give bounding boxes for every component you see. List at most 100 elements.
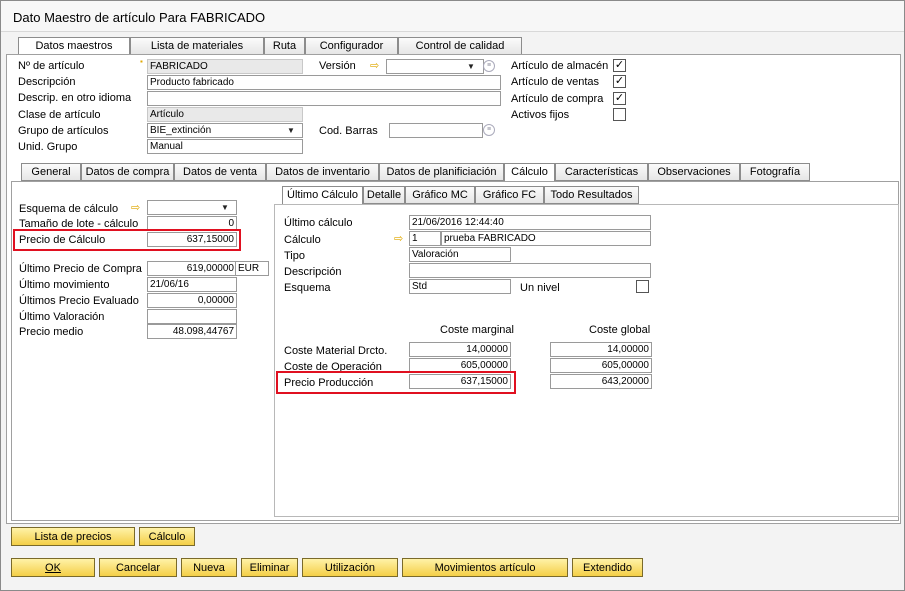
- cancel-button[interactable]: Cancelar: [99, 558, 177, 577]
- desc-field[interactable]: [409, 263, 651, 278]
- one-level-checkbox[interactable]: [636, 280, 649, 293]
- foreign-desc-field[interactable]: [147, 91, 501, 106]
- check-label: Artículo de ventas: [511, 76, 600, 88]
- tab-label: Último Cálculo: [287, 189, 358, 201]
- calc-price-field[interactable]: 637,15000: [147, 232, 237, 247]
- calc-label: Cálculo: [284, 234, 321, 246]
- marginal-cost-field: 14,00000: [409, 342, 511, 357]
- tab-grafico-fc[interactable]: Gráfico FC: [475, 186, 544, 204]
- item-no-field[interactable]: FABRICADO: [147, 59, 303, 74]
- price-list-button[interactable]: Lista de precios: [11, 527, 135, 546]
- tab-general[interactable]: General: [21, 163, 81, 181]
- last-eval-field[interactable]: 0,00000: [147, 293, 237, 308]
- tab-ultimo-calculo[interactable]: Último Cálculo: [282, 186, 363, 206]
- desc-label: Descripción: [284, 266, 342, 278]
- tab-configurador[interactable]: Configurador: [305, 37, 398, 55]
- tab-observaciones[interactable]: Observaciones: [648, 163, 740, 181]
- item-group-select[interactable]: BIE_extinción: [147, 123, 303, 138]
- barcode-field[interactable]: [389, 123, 483, 138]
- last-valuation-field[interactable]: [147, 309, 237, 324]
- type-field: Valoración: [409, 247, 511, 262]
- description-label: Descripción: [18, 76, 76, 88]
- tab-calculo[interactable]: Cálculo: [504, 163, 555, 183]
- link-arrow-icon[interactable]: ▪: [140, 57, 143, 66]
- ok-button[interactable]: OK: [11, 558, 95, 577]
- tab-label: Ruta: [272, 40, 297, 52]
- chevron-down-icon[interactable]: ▼: [287, 126, 295, 135]
- info-icon[interactable]: ≡: [483, 124, 495, 136]
- tab-datos-inventario[interactable]: Datos de inventario: [266, 163, 379, 181]
- tab-grafico-mc[interactable]: Gráfico MC: [405, 186, 475, 204]
- tab-label: Lista de materiales: [150, 40, 244, 52]
- last-calc-label: Último cálculo: [284, 217, 353, 229]
- tab-todo-resultados[interactable]: Todo Resultados: [544, 186, 639, 204]
- last-calc-field: 21/06/2016 12:44:40: [409, 215, 651, 230]
- currency-field[interactable]: EUR: [235, 261, 269, 276]
- tab-label: Cálculo: [511, 166, 548, 178]
- calc-no-field[interactable]: 1: [409, 231, 441, 246]
- button-label: OK: [45, 562, 61, 574]
- delete-button[interactable]: Eliminar: [241, 558, 298, 577]
- link-arrow-icon[interactable]: ⇨: [131, 201, 140, 214]
- last-eval-label: Últimos Precio Evaluado: [19, 295, 139, 307]
- tab-control-calidad[interactable]: Control de calidad: [398, 37, 522, 55]
- tab-label: General: [31, 166, 71, 178]
- tab-label: Control de calidad: [415, 40, 505, 52]
- title-bar: Dato Maestro de artículo Para FABRICADO: [1, 1, 904, 32]
- tab-detalle[interactable]: Detalle: [363, 186, 405, 204]
- tab-lista-materiales[interactable]: Lista de materiales: [130, 37, 264, 55]
- item-movements-button[interactable]: Movimientos artículo: [402, 558, 568, 577]
- purchase-item-checkbox[interactable]: ✓: [613, 92, 626, 105]
- cost-row-label: Precio Producción: [284, 377, 374, 389]
- tab-label: Datos de inventario: [275, 166, 370, 178]
- button-label: Utilización: [324, 562, 376, 574]
- tab-datos-compra[interactable]: Datos de compra: [81, 163, 174, 181]
- tab-ruta[interactable]: Ruta: [264, 37, 305, 55]
- chevron-down-icon[interactable]: ▼: [221, 203, 229, 212]
- barcode-label: Cod. Barras: [319, 125, 378, 137]
- description-field[interactable]: Producto fabricado: [147, 75, 501, 90]
- last-valuation-label: Último Valoración: [19, 311, 105, 323]
- marginal-cost-field: 637,15000: [409, 374, 511, 389]
- tab-fotografia[interactable]: Fotografía: [740, 163, 810, 181]
- sales-item-checkbox[interactable]: ✓: [613, 75, 626, 88]
- last-purchase-label: Último Precio de Compra: [19, 263, 142, 275]
- col-marginal-header: Coste marginal: [440, 324, 514, 336]
- link-arrow-icon[interactable]: ⇨: [394, 232, 403, 245]
- button-label: Cálculo: [148, 531, 186, 543]
- avg-price-label: Precio medio: [19, 326, 84, 338]
- tab-caracteristicas[interactable]: Características: [555, 163, 648, 181]
- last-movement-field[interactable]: 21/06/16: [147, 277, 237, 292]
- tab-datos-venta[interactable]: Datos de venta: [174, 163, 266, 181]
- version-label: Versión: [319, 60, 356, 72]
- button-label: Nueva: [193, 562, 225, 574]
- one-level-label: Un nivel: [520, 282, 560, 294]
- item-no-label: Nº de artículo: [18, 60, 85, 72]
- new-button[interactable]: Nueva: [181, 558, 237, 577]
- info-icon[interactable]: ≡: [483, 60, 495, 72]
- button-label: Cancelar: [115, 562, 161, 574]
- scheme-field: Std: [409, 279, 511, 294]
- last-purchase-field[interactable]: 619,00000: [147, 261, 237, 276]
- global-cost-field: 643,20000: [550, 374, 652, 389]
- tab-label: Observaciones: [657, 166, 731, 178]
- chevron-down-icon[interactable]: ▼: [467, 62, 475, 71]
- extended-button[interactable]: Extendido: [572, 558, 643, 577]
- tab-datos-planificacion[interactable]: Datos de planificiación: [379, 163, 504, 181]
- usage-button[interactable]: Utilización: [302, 558, 398, 577]
- fixed-assets-checkbox[interactable]: [613, 108, 626, 121]
- tab-label: Configurador: [319, 40, 384, 52]
- stock-item-checkbox[interactable]: ✓: [613, 59, 626, 72]
- tab-label: Fotografía: [749, 166, 801, 178]
- link-arrow-icon[interactable]: ⇨: [370, 59, 379, 72]
- avg-price-field[interactable]: 48.098,44767: [147, 324, 237, 339]
- tab-label: Datos de planificiación: [386, 166, 497, 178]
- check-label: Artículo de compra: [511, 93, 604, 105]
- global-cost-field: 14,00000: [550, 342, 652, 357]
- foreign-desc-label: Descrip. en otro idioma: [18, 92, 132, 104]
- col-global-header: Coste global: [589, 324, 651, 336]
- tab-label: Gráfico MC: [412, 189, 468, 201]
- calc-name-field[interactable]: prueba FABRICADO: [441, 231, 651, 246]
- uom-group-field[interactable]: Manual: [147, 139, 303, 154]
- calc-button[interactable]: Cálculo: [139, 527, 195, 546]
